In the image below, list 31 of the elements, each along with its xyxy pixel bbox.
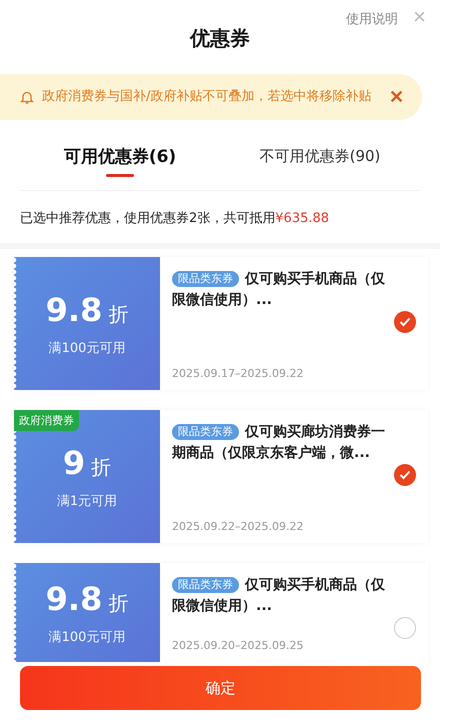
usage-help-link[interactable]: 使用说明 (346, 10, 398, 28)
check-icon (399, 317, 411, 327)
check-icon (399, 470, 411, 480)
coupon-description: 限品类东券 仅可购买廊坊消费券一期商品（仅限京东客户端，微... (172, 422, 386, 463)
select-checkbox[interactable] (394, 464, 416, 486)
discount-unit: 折 (108, 590, 128, 616)
bell-icon (20, 90, 34, 104)
coupon-card[interactable]: 9.8 折 满100元可用 限品类东券 仅可购买手机商品（仅限微信使用）... 2025.09.20–2025.09.25 (14, 563, 428, 662)
validity-dates: 2025.09.20–2025.09.25 (172, 639, 304, 652)
select-checkbox[interactable] (394, 617, 416, 639)
confirm-button[interactable]: 确定 (20, 666, 421, 710)
coupon-card[interactable]: 政府消费券 9 折 满1元可用 限品类东券 仅可购买廊坊消费券一期商品（仅限京东客户端，微... 2025.09.22–2025.09.22 (14, 410, 428, 543)
coupon-tab[interactable]: 可用优惠券(6) (20, 132, 220, 190)
usage-condition: 满1元可用 (56, 492, 118, 510)
discount-value: 9 (62, 444, 86, 482)
select-checkbox[interactable] (394, 311, 416, 333)
validity-dates: 2025.09.17–2025.09.22 (172, 367, 304, 380)
notice-text: 政府消费券与国补/政府补贴不可叠加，若选中将移除补贴 (42, 88, 372, 106)
validity-dates: 2025.09.22–2025.09.22 (172, 520, 304, 533)
coupon-description: 限品类东券 仅可购买手机商品（仅限微信使用）... (172, 576, 386, 616)
coupon-corner-badge: 政府消费券 (14, 410, 79, 431)
usage-condition: 满100元可用 (48, 628, 126, 646)
sheet-title: 优惠券 (190, 24, 250, 52)
discount-value: 9.8 (46, 580, 102, 618)
discount-value: 9.8 (46, 290, 102, 328)
discount-unit: 折 (108, 300, 128, 328)
coupon-tab[interactable]: 不可用优惠券(90) (220, 132, 420, 190)
discount-unit: 折 (91, 454, 112, 480)
coupon-description: 限品类东券 仅可购买手机商品（仅限微信使用）... (172, 270, 386, 310)
coupon-card[interactable]: 9.8 折 满100元可用 限品类东券 仅可购买手机商品（仅限微信使用）... 2025.09.17–2025.09.22 (14, 257, 428, 390)
usage-condition: 满100元可用 (48, 340, 126, 356)
